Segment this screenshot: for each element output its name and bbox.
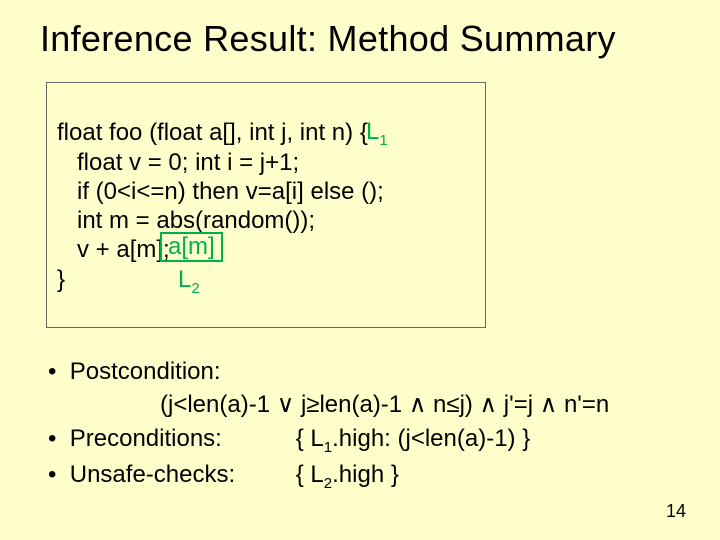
bullet-preconditions: • Preconditions:{ L1.high: (j<len(a)-1) … <box>48 423 680 457</box>
annotation-l1-sub: 1 <box>379 132 387 149</box>
postcondition-expression: (j<len(a)-1 ∨ j≥len(a)-1 ∧ n≤j) ∧ j'=j ∧… <box>160 389 680 420</box>
code-block-wrapper: float foo (float a[], int j, int n) { fl… <box>46 82 486 328</box>
unsafe-sub: 2 <box>324 475 332 492</box>
annotation-l2: L2 <box>178 266 200 297</box>
page-number: 14 <box>666 501 686 522</box>
slide: Inference Result: Method Summary float f… <box>0 0 720 540</box>
pre-post: .high: (j<len(a)-1) } <box>332 425 530 452</box>
unsafe-value: { L2.high } <box>296 461 399 488</box>
code-line-5: v + a[m]; <box>57 236 170 263</box>
code-line-6: } <box>57 266 65 293</box>
unsafe-label: Unsafe-checks: <box>70 459 296 490</box>
annotation-l2-text: L <box>178 266 191 293</box>
annotation-l1: L1 <box>366 118 388 149</box>
unsafe-post: .high } <box>332 461 399 488</box>
code-line-3: if (0<i<=n) then v=a[i] else (); <box>57 178 384 205</box>
bullet-list: • Postcondition: (j<len(a)-1 ∨ j≥len(a)-… <box>48 356 680 493</box>
bullet-postcondition: • Postcondition: <box>48 356 680 387</box>
code-block: float foo (float a[], int j, int n) { fl… <box>46 82 486 328</box>
code-line-2: float v = 0; int i = j+1; <box>57 149 299 176</box>
bullet-unsafe: • Unsafe-checks:{ L2.high } <box>48 459 680 493</box>
pre-sub: 1 <box>324 438 332 455</box>
code-line-1: float foo (float a[], int j, int n) { <box>57 119 368 146</box>
preconditions-label: Preconditions: <box>70 423 296 454</box>
preconditions-value: { L1.high: (j<len(a)-1) } <box>296 425 530 452</box>
annotation-l1-text: L <box>366 118 379 145</box>
unsafe-pre: { L <box>296 461 324 488</box>
annotation-l2-sub: 2 <box>191 280 199 297</box>
pre-pre: { L <box>296 425 324 452</box>
slide-title: Inference Result: Method Summary <box>40 18 680 60</box>
postcondition-label: Postcondition: <box>70 358 221 385</box>
code-line-4: int m = abs(random()); <box>57 207 315 234</box>
annotation-l2-box: a[m] <box>160 232 223 262</box>
